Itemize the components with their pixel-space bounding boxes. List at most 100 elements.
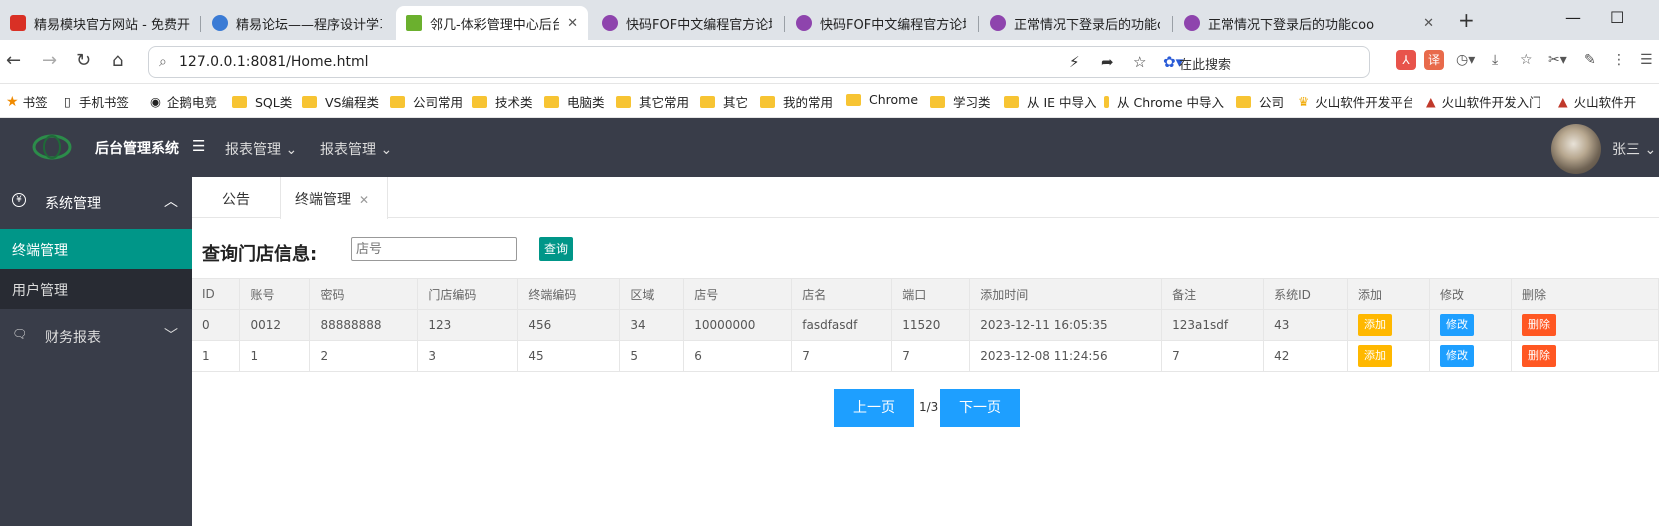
user-menu[interactable]: 张三 ⌄ bbox=[1612, 139, 1656, 159]
admin-app: 后台管理系统 ☰ 报表管理 ⌄ 报表管理 ⌄ 张三 ⌄ ¥ 系统管理 ︿ 终端管… bbox=[0, 118, 1659, 526]
sidebar-group-finance[interactable]: 🗨 财务报表 ﹀ bbox=[0, 309, 192, 361]
minimize-icon[interactable]: — bbox=[1565, 8, 1581, 27]
table-cell: 2023-12-11 16:05:35 bbox=[969, 309, 1163, 341]
bookmark-folder[interactable]: 其它 bbox=[700, 92, 748, 111]
bookmark-item[interactable]: ▲ 火山软件开 bbox=[1558, 92, 1658, 111]
edit-button[interactable]: 修改 bbox=[1439, 314, 1474, 336]
bookmark-item[interactable]: ◉ 企鹅电竞 bbox=[150, 92, 217, 111]
column-header: 添加 bbox=[1347, 278, 1430, 310]
browser-tab[interactable]: 快码FOF中文编程官方论坛-P bbox=[592, 6, 782, 40]
table-cell: 7 bbox=[791, 340, 893, 372]
favorites-icon[interactable]: ☆ bbox=[1520, 52, 1533, 68]
column-header: 门店编码 bbox=[417, 278, 519, 310]
new-tab-icon[interactable]: + bbox=[1458, 8, 1475, 32]
close-tab-icon[interactable]: ✕ bbox=[1423, 16, 1434, 31]
close-icon[interactable]: ✕ bbox=[359, 193, 369, 207]
table-cell: 修改 bbox=[1429, 309, 1512, 341]
table-cell: 添加 bbox=[1347, 340, 1430, 372]
table-cell: 5 bbox=[619, 340, 685, 372]
pdf-icon[interactable]: ⅄ bbox=[1396, 50, 1416, 70]
top-menu-report-1[interactable]: 报表管理 ⌄ bbox=[225, 139, 297, 159]
star-icon[interactable]: ☆ bbox=[1133, 53, 1146, 71]
pen-icon[interactable]: ✎ bbox=[1584, 52, 1596, 68]
favicon-icon bbox=[796, 15, 812, 31]
translate-icon[interactable]: 译 bbox=[1424, 50, 1444, 70]
bookmark-folder[interactable]: 我的常用 bbox=[760, 92, 833, 111]
bookmark-folder[interactable]: 学习类 bbox=[930, 92, 991, 111]
avatar[interactable] bbox=[1551, 124, 1601, 174]
delete-button[interactable]: 删除 bbox=[1521, 345, 1556, 367]
home-icon[interactable]: ⌂ bbox=[112, 50, 123, 71]
browser-tab[interactable]: 精易论坛——程序设计学习交 bbox=[202, 6, 392, 40]
query-button[interactable]: 查询 bbox=[539, 237, 573, 261]
store-number-input[interactable] bbox=[351, 237, 517, 261]
bookmark-folder[interactable]: 电脑类 bbox=[544, 92, 605, 111]
top-menu-report-2[interactable]: 报表管理 ⌄ bbox=[320, 139, 392, 159]
close-tab-icon[interactable]: ✕ bbox=[567, 16, 578, 31]
browser-tab-title: 正常情况下登录后的功能coo bbox=[1014, 17, 1160, 33]
address-bar[interactable]: ⌕ 127.0.0.1:8081/Home.html ⚡ ➦ ☆ ✿▾ 在此搜索 bbox=[148, 46, 1370, 78]
column-header: 店名 bbox=[791, 278, 893, 310]
sidebar-menu-icon[interactable]: ☰ bbox=[1640, 52, 1653, 68]
bookmark-folder[interactable]: 从 IE 中导入 bbox=[1004, 92, 1097, 111]
chat-icon: 🗨 bbox=[12, 327, 28, 341]
bookmark-folder[interactable]: Chrome bbox=[846, 92, 918, 107]
bookmark-folder[interactable]: VS编程类 bbox=[302, 92, 379, 111]
prev-page-button[interactable]: 上一页 bbox=[834, 389, 914, 427]
bookmark-folder[interactable]: 其它常用 bbox=[616, 92, 689, 111]
table-cell: 添加 bbox=[1347, 309, 1430, 341]
bookmark-folder[interactable]: 从 Chrome 中导入 bbox=[1104, 92, 1224, 111]
table-cell: 456 bbox=[517, 309, 621, 341]
browser-tab[interactable]: 精易模块官方网站 - 免费开源的 bbox=[0, 6, 200, 40]
chevron-down-icon: ⌄ bbox=[1644, 142, 1657, 158]
lightning-icon[interactable]: ⚡ bbox=[1069, 53, 1080, 71]
menu-toggle-icon[interactable]: ☰ bbox=[192, 137, 205, 155]
bookmark-folder[interactable]: SQL类 bbox=[232, 92, 292, 111]
more-icon[interactable]: ⋮ bbox=[1612, 52, 1626, 68]
sidebar-item-users[interactable]: 用户管理 bbox=[0, 269, 192, 309]
browser-tab[interactable]: 快码FOF中文编程官方论坛-P bbox=[786, 6, 976, 40]
pagination: 上一页 bbox=[834, 389, 914, 427]
brand-title: 后台管理系统 bbox=[95, 141, 179, 157]
tab-terminal[interactable]: 终端管理 ✕ bbox=[280, 177, 388, 219]
browser-tab[interactable]: 正常情况下登录后的功能coo ✕ bbox=[1174, 6, 1444, 40]
column-header: 店号 bbox=[683, 278, 793, 310]
next-page-button[interactable]: 下一页 bbox=[940, 389, 1020, 427]
forward-icon[interactable]: → bbox=[42, 50, 57, 71]
share-icon[interactable]: ➦ bbox=[1101, 53, 1114, 71]
add-button[interactable]: 添加 bbox=[1358, 314, 1393, 336]
scissors-icon[interactable]: ✂▾ bbox=[1548, 52, 1567, 68]
bookmark-folder[interactable]: 公司常用 bbox=[390, 92, 463, 111]
url-text[interactable]: 127.0.0.1:8081/Home.html bbox=[179, 54, 369, 70]
browser-tab-active[interactable]: 邻几-体彩管理中心后台 ✕ bbox=[396, 6, 588, 40]
tab-notice[interactable]: 公告 bbox=[192, 177, 280, 218]
browser-tab[interactable]: 正常情况下登录后的功能coo bbox=[980, 6, 1170, 40]
delete-button[interactable]: 删除 bbox=[1521, 314, 1556, 336]
folder-icon bbox=[846, 93, 861, 106]
back-icon[interactable]: ← bbox=[6, 50, 21, 71]
table-cell: 11520 bbox=[891, 309, 971, 341]
bookmark-item[interactable]: ♛ 火山软件开发平台 bbox=[1298, 92, 1412, 111]
trophy-icon: ♛ bbox=[1298, 94, 1310, 109]
engine-search-placeholder[interactable]: 在此搜索 bbox=[1179, 54, 1231, 73]
folder-icon bbox=[1236, 95, 1251, 108]
sidebar-group-system[interactable]: ¥ 系统管理 ︿ bbox=[0, 177, 192, 229]
table-cell: 88888888 bbox=[309, 309, 419, 341]
table-row: 1 1 2 3 45 5 6 7 7 2023-12-08 11:24:56 7… bbox=[192, 340, 1659, 372]
reload-icon[interactable]: ↻ bbox=[76, 50, 91, 71]
bookmark-item[interactable]: ▲ 火山软件开发入门 bbox=[1426, 92, 1540, 111]
edit-button[interactable]: 修改 bbox=[1439, 345, 1474, 367]
download-icon[interactable]: ⤓ bbox=[1492, 52, 1498, 68]
top-navbar: 后台管理系统 ☰ 报表管理 ⌄ 报表管理 ⌄ 张三 ⌄ bbox=[0, 118, 1659, 177]
history-icon[interactable]: ◷▾ bbox=[1456, 52, 1475, 68]
folder-icon bbox=[930, 95, 945, 108]
add-button[interactable]: 添加 bbox=[1358, 345, 1393, 367]
column-header: 删除 bbox=[1511, 278, 1659, 310]
sidebar-item-terminal[interactable]: 终端管理 bbox=[0, 229, 192, 269]
maximize-icon[interactable]: ☐ bbox=[1610, 8, 1624, 27]
bookmark-item[interactable]: ▯ 手机书签 bbox=[64, 92, 129, 111]
bookmark-folder[interactable]: 技术类 bbox=[472, 92, 533, 111]
bookmark-item[interactable]: ★ 书签 bbox=[6, 92, 48, 111]
bookmark-folder[interactable]: 公司 bbox=[1236, 92, 1284, 111]
pagination-next: 下一页 bbox=[940, 389, 1020, 427]
